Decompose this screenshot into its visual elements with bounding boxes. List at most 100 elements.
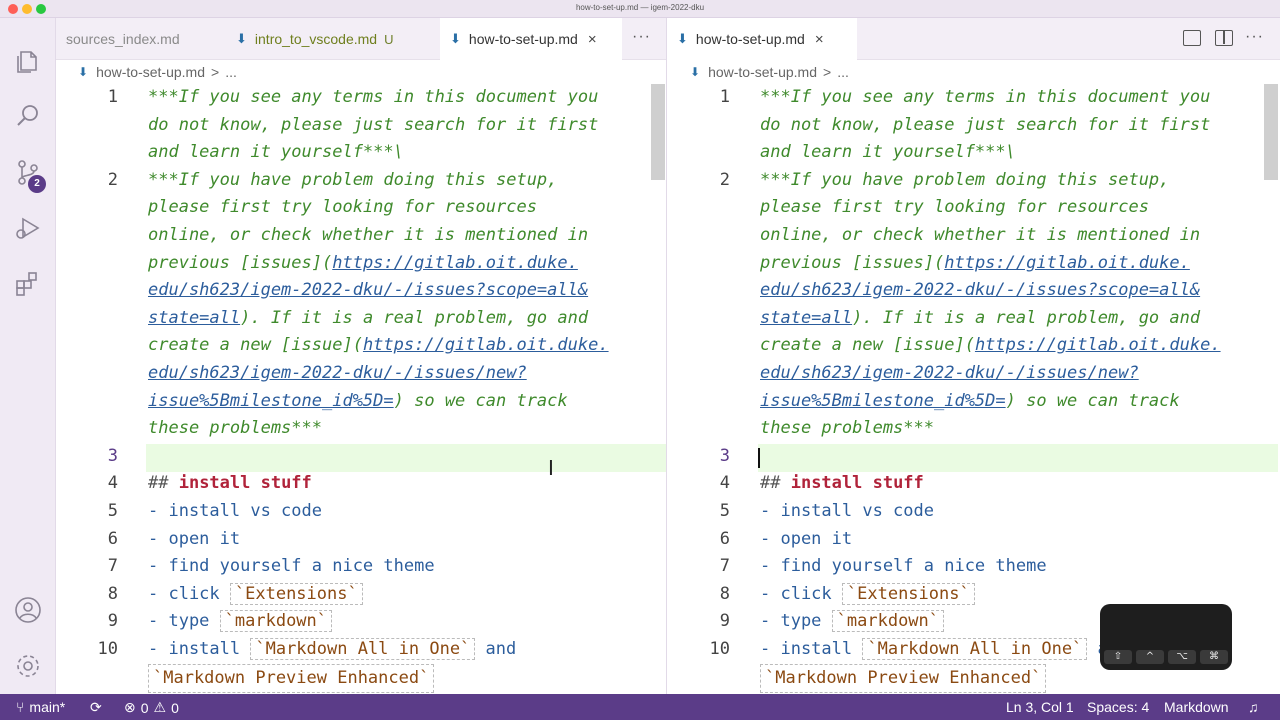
- line-number: 9: [107, 611, 118, 632]
- inline-code: `markdown`: [219, 610, 333, 633]
- line-number: 2: [719, 169, 730, 190]
- cursor-position[interactable]: Ln 3, Col 1: [1006, 699, 1074, 715]
- line-text: - click: [148, 583, 230, 604]
- vscode-window: how-to-set-up.md — igem-2022-dku 2 sourc…: [0, 0, 1280, 720]
- markdown-file-icon: ⬇: [236, 31, 247, 46]
- new-issue-link[interactable]: edu/sh623/igem-2022-dku/-/issues/new?: [760, 360, 1139, 388]
- line-number: 3: [107, 445, 118, 466]
- language-mode[interactable]: Markdown: [1164, 699, 1229, 715]
- markdown-file-icon: ⬇: [78, 65, 89, 79]
- line-text: ) so we can track: [1005, 390, 1180, 411]
- search-icon[interactable]: [12, 100, 44, 132]
- issues-link[interactable]: edu/sh623/igem-2022-dku/-/issues?scope=a…: [148, 277, 588, 305]
- new-issue-link[interactable]: edu/sh623/igem-2022-dku/-/issues/new?: [148, 360, 527, 388]
- activity-bar: 2: [0, 18, 56, 694]
- breadcrumb-separator: >: [211, 64, 220, 80]
- command-key: ⌘: [1200, 650, 1228, 664]
- run-debug-icon[interactable]: [12, 212, 44, 244]
- breadcrumb-right: ⬇ how-to-set-up.md > ...: [690, 60, 849, 84]
- issues-link[interactable]: state=all: [760, 308, 852, 328]
- inline-code: `Markdown All in One`: [862, 638, 1088, 660]
- error-icon: ⊗: [124, 699, 136, 715]
- line-text: please first try looking for resources: [148, 197, 537, 218]
- line-text: do not know, please just search for it f…: [760, 114, 1211, 135]
- line-number: 2: [107, 169, 118, 190]
- tab-how-to-set-up-right[interactable]: ⬇ how-to-set-up.md ×: [667, 18, 857, 60]
- tab-how-to-set-up[interactable]: ⬇ how-to-set-up.md ×: [440, 18, 622, 60]
- tab-label: how-to-set-up.md: [468, 31, 578, 47]
- scrollbar-thumb-right[interactable]: [1264, 84, 1278, 180]
- line-number: 7: [107, 556, 118, 577]
- line-text: ***If you have problem doing this setup,: [760, 169, 1170, 190]
- new-issue-link[interactable]: issue%5Bmilestone_id%5D=: [148, 391, 394, 411]
- inline-code: `Extensions`: [841, 582, 975, 605]
- breadcrumb-rest[interactable]: ...: [837, 64, 849, 80]
- editor-pane-right[interactable]: 1 ***If you see any terms in this documen…: [668, 84, 1280, 694]
- editor-pane-left[interactable]: 1 ***If you see any terms in this documen…: [56, 84, 666, 694]
- line-number: 5: [107, 501, 118, 521]
- line-number: 6: [107, 528, 118, 549]
- line-text: and: [475, 639, 517, 659]
- line-number: 1: [719, 87, 730, 107]
- tab-sources-index[interactable]: sources_index.md: [56, 18, 190, 60]
- new-issue-link[interactable]: https://gitlab.oit.duke.: [363, 335, 609, 355]
- line-text: - type: [760, 611, 832, 632]
- issues-link[interactable]: https://gitlab.oit.duke.: [944, 253, 1190, 273]
- issues-link[interactable]: state=all: [148, 308, 240, 328]
- new-issue-link[interactable]: issue%5Bmilestone_id%5D=: [760, 391, 1006, 411]
- shift-key: ⇧: [1104, 650, 1132, 664]
- line-number: 8: [719, 583, 730, 604]
- left-tab-bar: sources_index.md ⬇ intro_to_vscode.md U …: [56, 18, 666, 60]
- line-text: - click: [760, 583, 842, 604]
- issues-link[interactable]: edu/sh623/igem-2022-dku/-/issues?scope=a…: [760, 277, 1200, 305]
- line-text: - install vs code: [148, 501, 322, 521]
- close-tab-icon[interactable]: ×: [588, 31, 597, 48]
- breadcrumb-left: ⬇ how-to-set-up.md > ...: [78, 60, 237, 84]
- sync-icon[interactable]: ⟳: [90, 699, 102, 716]
- notifications-bell-icon[interactable]: ♫: [1248, 699, 1259, 715]
- line-text: create a new [issue](: [760, 335, 975, 356]
- explorer-icon[interactable]: [12, 46, 44, 78]
- line-number: 5: [719, 501, 730, 521]
- issues-link[interactable]: https://gitlab.oit.duke.: [332, 253, 578, 273]
- line-text: - find yourself a nice theme: [760, 556, 1047, 577]
- new-issue-link[interactable]: https://gitlab.oit.duke.: [975, 335, 1221, 355]
- line-text: previous [issues](: [148, 252, 333, 273]
- indentation[interactable]: Spaces: 4: [1087, 699, 1149, 715]
- settings-gear-icon[interactable]: [12, 650, 44, 682]
- breadcrumb-file[interactable]: how-to-set-up.md: [708, 64, 817, 80]
- more-actions-icon[interactable]: ···: [1245, 28, 1264, 46]
- line-text: - open it: [760, 528, 853, 549]
- line-text: ). If it is a real problem, go and: [240, 307, 589, 328]
- account-icon[interactable]: [12, 594, 44, 626]
- branch-indicator[interactable]: ⑂ main*: [16, 699, 65, 715]
- line-text: online, or check whether it is mentioned…: [760, 225, 1201, 245]
- breadcrumb-file[interactable]: how-to-set-up.md: [96, 64, 205, 80]
- branch-name: main*: [29, 699, 66, 715]
- inline-code: `Markdown Preview Enhanced`: [148, 663, 435, 694]
- right-tab-bar: ⬇ how-to-set-up.md × ···: [667, 18, 1280, 60]
- extensions-icon[interactable]: [12, 268, 44, 300]
- line-text: - install vs code: [760, 501, 934, 521]
- more-actions-icon[interactable]: ···: [632, 28, 651, 46]
- line-number: 8: [107, 583, 118, 604]
- line-text: previous [issues](: [760, 252, 945, 273]
- scrollbar-thumb-left[interactable]: [651, 84, 665, 180]
- option-key: ⌥: [1168, 650, 1196, 664]
- inline-code: `Markdown Preview Enhanced`: [760, 663, 1047, 694]
- line-text: ***If you see any terms in this document…: [148, 87, 599, 107]
- problems-indicator[interactable]: ⊗ 0 ⚠ 0: [124, 699, 179, 716]
- open-preview-icon[interactable]: [1183, 30, 1201, 46]
- title-bar: how-to-set-up.md — igem-2022-dku: [0, 0, 1280, 18]
- breadcrumb-rest[interactable]: ...: [225, 64, 237, 80]
- text-caret: [758, 448, 760, 468]
- line-text: these problems***: [148, 418, 322, 439]
- line-text: - open it: [148, 528, 241, 549]
- current-line-highlight: [758, 444, 1278, 472]
- split-editor-icon[interactable]: [1215, 30, 1233, 46]
- heading-text: install stuff: [178, 473, 312, 494]
- tab-intro-to-vscode[interactable]: ⬇ intro_to_vscode.md U: [226, 18, 436, 60]
- close-tab-icon[interactable]: ×: [815, 31, 824, 48]
- markdown-file-icon: ⬇: [450, 31, 461, 46]
- editor-split-divider[interactable]: [666, 18, 667, 694]
